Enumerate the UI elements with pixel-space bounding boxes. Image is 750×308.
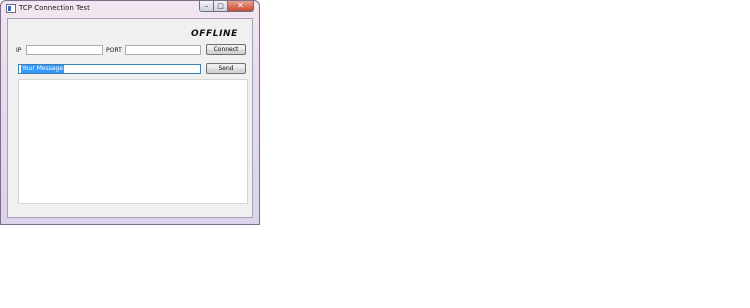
send-button[interactable]: Send — [206, 63, 246, 74]
minimize-button[interactable]: – — [199, 1, 214, 12]
window-controls: – □ ✕ — [199, 1, 254, 13]
app-window: TCP Connection Test – □ ✕ OFFLINE IP POR… — [0, 0, 260, 225]
close-icon: ✕ — [237, 1, 244, 10]
client-area: OFFLINE IP PORT Connect Your Message Sen… — [7, 18, 253, 218]
app-icon — [6, 4, 16, 13]
ip-input[interactable] — [26, 45, 103, 55]
port-label: PORT — [106, 47, 122, 54]
window-title: TCP Connection Test — [19, 4, 90, 12]
ip-label: IP — [16, 47, 22, 54]
maximize-button[interactable]: □ — [214, 1, 228, 12]
log-output[interactable] — [18, 79, 248, 204]
port-input[interactable] — [125, 45, 201, 55]
maximize-icon: □ — [217, 1, 224, 10]
minimize-icon: – — [204, 1, 209, 10]
connect-button-label: Connect — [213, 46, 239, 53]
send-button-label: Send — [218, 65, 234, 72]
close-button[interactable]: ✕ — [228, 1, 254, 12]
connection-status: OFFLINE — [191, 29, 238, 39]
title-bar[interactable]: TCP Connection Test – □ ✕ — [1, 1, 259, 18]
connect-button[interactable]: Connect — [206, 44, 246, 55]
message-input-value: Your Message — [21, 65, 65, 73]
